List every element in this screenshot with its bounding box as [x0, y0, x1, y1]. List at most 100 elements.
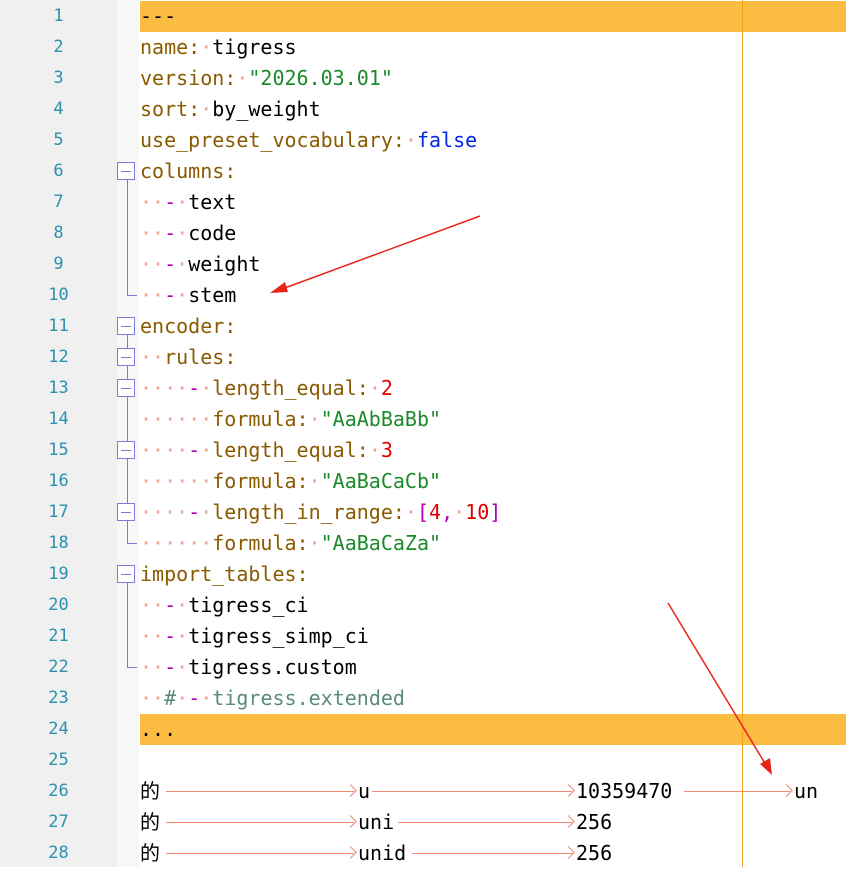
yaml-key: encoder: [140, 314, 225, 338]
entry-text: 的: [140, 810, 160, 834]
table-row: 27 的 uni 256: [0, 807, 846, 838]
list-item: tigress_ci: [188, 593, 309, 617]
line-9: 9 ··-·weight: [0, 249, 846, 280]
entry-text: 的: [140, 779, 160, 803]
tab-arrow-icon: [412, 853, 572, 854]
line-number: 9: [53, 254, 64, 274]
fold-toggle-icon[interactable]: [117, 565, 135, 583]
line-5: 5 use_preset_vocabulary:·false: [0, 125, 846, 156]
line-number: 1: [53, 6, 64, 26]
yaml-number-value: 4: [429, 500, 442, 524]
fold-toggle-icon[interactable]: [117, 441, 135, 459]
list-item: code: [188, 221, 237, 245]
yaml-key: version: [140, 66, 225, 90]
line-number: 6: [53, 161, 64, 181]
yaml-boolean-value: false: [416, 128, 478, 152]
document-start-marker: ---: [140, 4, 177, 28]
yaml-key: columns: [140, 159, 225, 183]
line-number: 25: [48, 750, 69, 770]
line-number: 24: [48, 719, 69, 739]
yaml-key: length_equal: [212, 376, 357, 400]
fold-toggle-icon[interactable]: [117, 379, 135, 397]
line-14: 14 ······formula:·"AaAbBaBb": [0, 404, 846, 435]
yaml-key: formula: [212, 407, 297, 431]
yaml-key: name: [140, 35, 189, 59]
line-number: 15: [48, 440, 69, 460]
line-12: 12 ··rules:: [0, 342, 846, 373]
list-item: text: [188, 190, 237, 214]
yaml-key: sort: [140, 97, 189, 121]
yaml-number-value: 2: [380, 376, 393, 400]
bracket: ]: [489, 500, 502, 524]
tab-arrow-icon: [372, 791, 572, 792]
yaml-string-value: "2026.03.01": [248, 66, 393, 90]
yaml-string-value: "AaBaCaZa": [320, 531, 442, 555]
comment-text: tigress.extended: [212, 686, 405, 710]
yaml-key: use_preset_vocabulary: [140, 128, 393, 152]
line-18: 18 ······formula:·"AaBaCaZa": [0, 528, 846, 559]
line-11: 11 encoder:: [0, 311, 846, 342]
line-number: 14: [48, 409, 69, 429]
line-number: 11: [48, 316, 69, 336]
yaml-key: formula: [212, 469, 297, 493]
line-number: 21: [48, 626, 69, 646]
entry-stem: un: [794, 779, 819, 803]
line-number: 12: [48, 347, 69, 367]
line-number: 20: [48, 595, 69, 615]
document-end-marker: ...: [140, 717, 177, 741]
tab-arrow-icon: [166, 822, 354, 823]
yaml-key: length_equal: [212, 438, 357, 462]
line-number: 4: [53, 99, 64, 119]
line-number: 22: [48, 657, 69, 677]
tab-arrow-icon: [166, 853, 354, 854]
line-number: 16: [48, 471, 69, 491]
line-number: 3: [53, 68, 64, 88]
line-17: 17 ····-·length_in_range:·[4,·10]: [0, 497, 846, 528]
line-15: 15 ····-·length_equal:·3: [0, 435, 846, 466]
line-6: 6 columns:: [0, 156, 846, 187]
entry-code: u: [358, 779, 371, 803]
line-22: 22 ··-·tigress.custom: [0, 652, 846, 683]
entry-weight: 256: [576, 841, 613, 865]
line-number: 26: [48, 781, 69, 801]
line-number: 19: [48, 564, 69, 584]
line-20: 20 ··-·tigress_ci: [0, 590, 846, 621]
line-number: 27: [48, 812, 69, 832]
line-10: 10 ··-·stem: [0, 280, 846, 311]
entry-code: unid: [358, 841, 407, 865]
comment-hash: #: [164, 686, 177, 710]
line-number: 2: [53, 37, 64, 57]
entry-code: uni: [358, 810, 395, 834]
line-2: 2 name:·tigress: [0, 32, 846, 63]
fold-toggle-icon[interactable]: [117, 348, 135, 366]
entry-weight: 10359470: [576, 779, 673, 803]
line-number: 28: [48, 843, 69, 863]
tab-arrow-icon: [684, 791, 790, 792]
table-row: 26 的 u 10359470 un: [0, 776, 846, 807]
line-8: 8 ··-·code: [0, 218, 846, 249]
yaml-value: by_weight: [212, 97, 321, 121]
line-3: 3 version:·"2026.03.01": [0, 63, 846, 94]
yaml-string-value: "AaBaCaCb": [320, 469, 442, 493]
yaml-key: length_in_range: [212, 500, 393, 524]
edge-column-guide: [742, 0, 743, 867]
entry-text: 的: [140, 841, 160, 865]
line-4: 4 sort:·by_weight: [0, 94, 846, 125]
line-16: 16 ······formula:·"AaBaCaCb": [0, 466, 846, 497]
line-number: 7: [53, 192, 64, 212]
separator: ,: [441, 500, 454, 524]
fold-toggle-icon[interactable]: [117, 162, 135, 180]
line-number: 5: [53, 130, 64, 150]
entry-weight: 256: [576, 810, 613, 834]
yaml-string-value: "AaAbBaBb": [320, 407, 442, 431]
fold-toggle-icon[interactable]: [117, 317, 135, 335]
yaml-number-value: 10: [465, 500, 490, 524]
line-number: 13: [48, 378, 69, 398]
yaml-key: formula: [212, 531, 297, 555]
line-7: 7 ··-·text: [0, 187, 846, 218]
line-number: 10: [48, 285, 69, 305]
line-number: 8: [53, 223, 64, 243]
fold-toggle-icon[interactable]: [117, 503, 135, 521]
list-item: tigress_simp_ci: [188, 624, 369, 648]
line-number: 17: [48, 502, 69, 522]
